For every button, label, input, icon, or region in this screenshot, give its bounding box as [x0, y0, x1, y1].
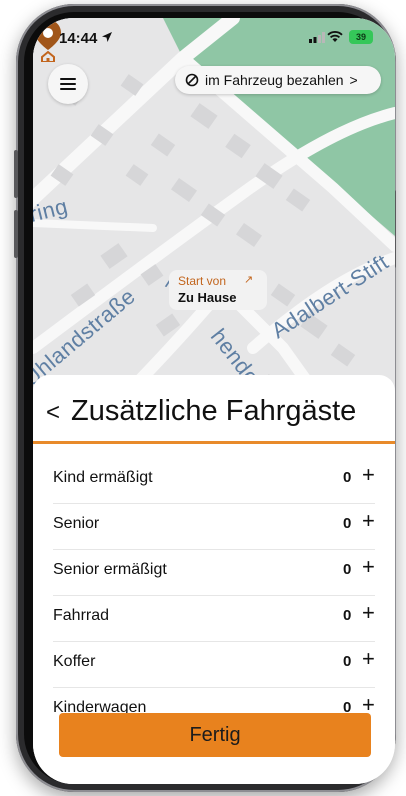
status-time: 14:44 — [59, 30, 98, 47]
location-arrow-icon — [102, 32, 112, 42]
battery-level: 39 — [355, 32, 366, 42]
increment-button[interactable]: + — [362, 602, 375, 624]
passenger-count: 0 — [343, 561, 352, 578]
increment-button[interactable]: + — [362, 556, 375, 578]
menu-button[interactable] — [48, 64, 88, 104]
passenger-count: 0 — [343, 653, 352, 670]
phone-side-button — [14, 150, 18, 198]
cellular-signal-icon — [309, 32, 325, 43]
home-label: Zu Hause — [178, 290, 237, 305]
status-bar: 14:44 39 — [33, 18, 395, 58]
increment-button[interactable]: + — [362, 464, 375, 486]
ticket-icon — [185, 73, 199, 87]
wifi-icon — [327, 31, 343, 42]
passenger-type-label: Fahrrad — [53, 607, 110, 624]
passenger-count: 0 — [343, 469, 352, 486]
passenger-row-senior-ermaessigt: Senior ermäßigt 0 + — [53, 549, 375, 596]
external-arrow-icon: ↗ — [244, 274, 254, 286]
done-button[interactable]: Fertig — [59, 713, 371, 757]
passenger-type-label: Senior — [53, 515, 100, 532]
pay-in-vehicle-button[interactable]: im Fahrzeug bezahlen > — [175, 66, 381, 94]
passenger-type-label: Kind ermäßigt — [53, 469, 153, 486]
pay-label: im Fahrzeug bezahlen — [205, 72, 344, 88]
passenger-row-koffer: Koffer 0 + — [53, 641, 375, 688]
passengers-sheet: < Zusätzliche Fahrgäste Kind ermäßigt 0 … — [33, 375, 395, 784]
passenger-count: 0 — [343, 515, 352, 532]
phone-side-button — [14, 210, 18, 258]
passenger-row-kind-ermaessigt: Kind ermäßigt 0 + — [53, 457, 375, 504]
passenger-row-fahrrad: Fahrrad 0 + — [53, 595, 375, 642]
sheet-title: Zusätzliche Fahrgäste — [71, 395, 357, 427]
increment-button[interactable]: + — [362, 510, 375, 532]
increment-button[interactable]: + — [362, 648, 375, 670]
title-underline — [33, 441, 395, 444]
start-label: Start von — [178, 274, 227, 288]
battery-icon: 39 — [349, 30, 373, 44]
back-chevron-icon[interactable]: < — [46, 399, 60, 427]
passenger-count: 0 — [343, 607, 352, 624]
start-location-card[interactable]: Start von ↗ Zu Hause — [169, 270, 267, 310]
passenger-row-senior: Senior 0 + — [53, 503, 375, 550]
passenger-type-label: Senior ermäßigt — [53, 561, 167, 578]
passenger-type-label: Koffer — [53, 653, 96, 670]
chevron-right-icon: > — [349, 72, 358, 88]
app-screen: ring Uhlandstraße Adalbert-Stift hendo /… — [33, 18, 395, 784]
hamburger-menu-icon — [60, 78, 76, 90]
